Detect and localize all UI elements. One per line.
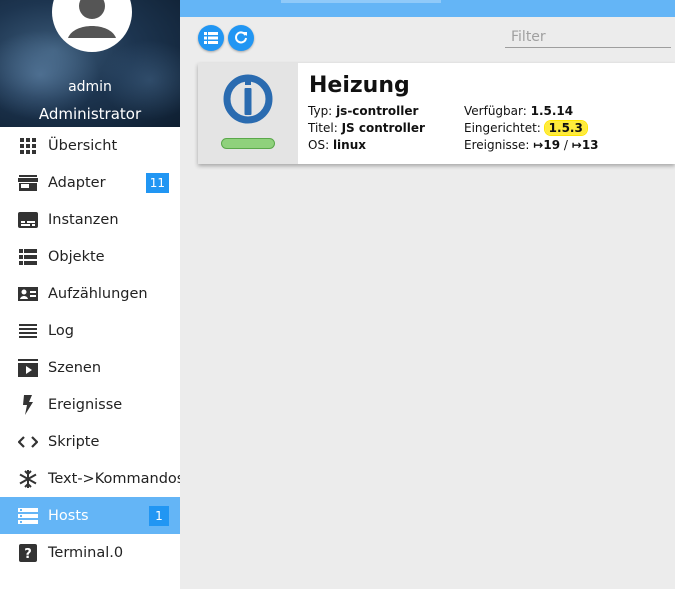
filter-input[interactable] xyxy=(505,26,671,48)
installed-version-value: 1.5.3 xyxy=(544,121,587,135)
sidebar-item-aufzaehlungen[interactable]: Aufzählungen xyxy=(0,275,180,312)
lightning-icon xyxy=(18,394,38,415)
user-icon xyxy=(56,0,128,48)
profile-header: admin Administrator xyxy=(0,0,180,127)
main-content: Heizung Typ: js-controller Titel: JS con… xyxy=(180,0,675,589)
sidebar-item-label: Aufzählungen xyxy=(48,285,148,302)
sidebar-item-szenen[interactable]: Szenen xyxy=(0,349,180,386)
events-separator: / xyxy=(563,138,568,152)
top-app-bar xyxy=(180,0,675,17)
sidebar-item-label: Skripte xyxy=(48,433,100,450)
snowflake-icon xyxy=(18,469,38,489)
available-version-row: Verfügbar: 1.5.14 xyxy=(464,103,599,120)
installed-version-row: Eingerichtet: 1.5.3 xyxy=(464,120,599,137)
host-info-left: Typ: js-controller Titel: JS controller … xyxy=(308,103,425,154)
help-box-icon: ? xyxy=(18,543,38,563)
sidebar-item-label: Text->Kommandos xyxy=(48,470,180,487)
adapter-count-badge: 11 xyxy=(145,173,169,193)
sidebar-item-label: Instanzen xyxy=(48,211,119,228)
list-icon xyxy=(204,32,218,44)
sidebar-item-log[interactable]: Log xyxy=(0,312,180,349)
avatar[interactable] xyxy=(52,0,132,52)
profile-username: admin xyxy=(68,79,112,95)
sidebar-item-ereignisse[interactable]: Ereignisse xyxy=(0,386,180,423)
sidebar: admin Administrator Übersicht Adapter 11… xyxy=(0,0,180,589)
store-icon xyxy=(18,173,38,193)
sidebar-item-label: Ereignisse xyxy=(48,396,123,413)
list-icon xyxy=(18,247,38,267)
events-in-value: ↦19 xyxy=(533,138,561,152)
grid-icon xyxy=(18,136,38,156)
host-os-row: OS: linux xyxy=(308,137,425,154)
sidebar-item-text-kommandos[interactable]: Text->Kommandos xyxy=(0,460,180,497)
host-info-right: Verfügbar: 1.5.14 Eingerichtet: 1.5.3 Er… xyxy=(464,103,599,154)
active-tab-indicator xyxy=(281,0,441,3)
contact-card-icon xyxy=(18,284,38,304)
lines-icon xyxy=(18,321,38,341)
sidebar-item-label: Log xyxy=(48,322,74,339)
sidebar-item-skripte[interactable]: Skripte xyxy=(0,423,180,460)
installed-version-label: Eingerichtet: xyxy=(464,121,541,135)
host-type-label: Typ: xyxy=(308,104,333,118)
sidebar-item-label: Adapter xyxy=(48,174,106,191)
host-title-value: JS controller xyxy=(341,121,425,135)
sidebar-item-terminal[interactable]: ? Terminal.0 xyxy=(0,534,180,571)
events-row: Ereignisse: ↦19 / ↦13 xyxy=(464,137,599,154)
events-out-value: ↦13 xyxy=(571,138,599,152)
code-icon xyxy=(18,432,38,452)
sidebar-item-instanzen[interactable]: Instanzen xyxy=(0,201,180,238)
profile-role: Administrator xyxy=(38,105,142,123)
host-title-row: Titel: JS controller xyxy=(308,120,425,137)
host-title: Heizung xyxy=(309,73,410,98)
events-label: Ereignisse: xyxy=(464,138,530,152)
sidebar-item-hosts[interactable]: Hosts 1 xyxy=(0,497,180,534)
sidebar-item-label: Übersicht xyxy=(48,137,118,154)
sidebar-item-label: Hosts xyxy=(48,507,89,524)
host-title-label: Titel: xyxy=(308,121,338,135)
sidebar-item-label: Szenen xyxy=(48,359,102,376)
sidebar-item-label: Terminal.0 xyxy=(48,544,124,561)
host-os-label: OS: xyxy=(308,138,330,152)
storage-icon xyxy=(18,506,38,526)
host-type-value: js-controller xyxy=(336,104,419,118)
sidebar-item-uebersicht[interactable]: Übersicht xyxy=(0,127,180,164)
list-view-button[interactable] xyxy=(198,25,224,51)
host-card-media xyxy=(198,63,298,164)
refresh-button[interactable] xyxy=(228,25,254,51)
host-os-value: linux xyxy=(332,138,366,152)
host-status-indicator xyxy=(221,138,275,149)
host-card: Heizung Typ: js-controller Titel: JS con… xyxy=(198,63,675,164)
sidebar-item-adapter[interactable]: Adapter 11 xyxy=(0,164,180,201)
sidebar-item-label: Objekte xyxy=(48,248,105,265)
sidebar-nav: Übersicht Adapter 11 Instanzen Objekte A… xyxy=(0,127,180,571)
slideshow-icon xyxy=(18,358,38,378)
host-type-row: Typ: js-controller xyxy=(308,103,425,120)
available-version-value: 1.5.14 xyxy=(530,104,574,118)
sidebar-item-objekte[interactable]: Objekte xyxy=(0,238,180,275)
available-version-label: Verfügbar: xyxy=(464,104,527,118)
svg-text:?: ? xyxy=(24,547,32,562)
refresh-icon xyxy=(235,31,247,44)
iobroker-logo-icon xyxy=(223,74,273,124)
hosts-count-badge: 1 xyxy=(149,506,169,526)
subtitles-icon xyxy=(18,210,38,230)
